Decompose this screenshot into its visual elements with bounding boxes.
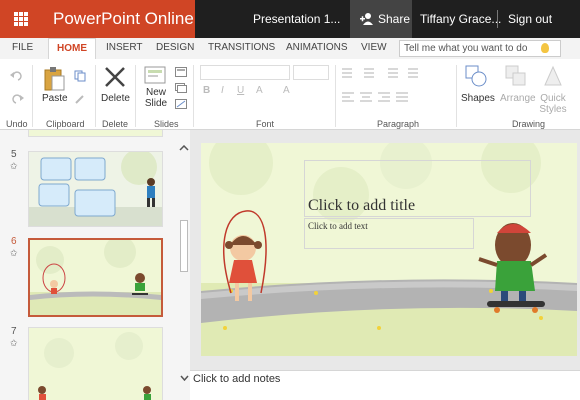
tab-view[interactable]: VIEW <box>361 42 387 53</box>
slide-number: 5 <box>11 149 17 160</box>
tab-insert[interactable]: INSERT <box>106 42 143 53</box>
underline-icon[interactable]: U <box>237 85 244 96</box>
chevron-down-icon[interactable] <box>180 375 189 381</box>
shapes-button[interactable]: Shapes <box>461 93 495 104</box>
group-label-paragraph: Paragraph <box>377 119 420 129</box>
redo-icon[interactable] <box>10 93 24 105</box>
bold-icon[interactable]: B <box>203 85 210 96</box>
group-divider <box>135 65 136 127</box>
new-slide-button[interactable]: New Slide <box>144 87 168 109</box>
paste-button[interactable]: Paste <box>42 93 68 104</box>
quick-styles-button[interactable]: Quick Styles <box>539 93 567 115</box>
slide-thumbnail-7[interactable] <box>28 327 163 400</box>
italic-icon[interactable]: I <box>221 85 224 96</box>
group-label-font: Font <box>256 119 275 129</box>
title-placeholder[interactable]: Click to add title <box>308 197 415 215</box>
tab-transitions[interactable]: TRANSITIONS <box>208 42 275 53</box>
clear-format-icon[interactable]: A <box>283 85 290 96</box>
delete-icon[interactable] <box>104 66 126 88</box>
user-name[interactable]: Tiffany Grace... <box>420 12 501 26</box>
group-divider <box>95 65 96 127</box>
hide-slide-icon[interactable] <box>175 99 187 109</box>
slide-thumbnail-5[interactable] <box>28 151 163 227</box>
group-label-undo: Undo <box>6 119 28 129</box>
tell-me-search[interactable]: Tell me what you want to do <box>399 40 561 57</box>
star-icon: ✩ <box>10 338 18 348</box>
slide-number: 7 <box>11 326 17 337</box>
star-icon: ✩ <box>10 248 18 258</box>
group-divider <box>456 65 457 127</box>
document-title[interactable]: Presentation 1... <box>253 12 340 26</box>
scrollbar-thumb[interactable] <box>180 220 188 272</box>
shapes-icon[interactable] <box>465 65 487 87</box>
paste-icon[interactable] <box>42 66 66 92</box>
new-slide-icon[interactable] <box>144 65 166 85</box>
lightbulb-icon <box>541 43 549 53</box>
star-icon: ✩ <box>10 161 18 171</box>
group-label-clipboard: Clipboard <box>46 119 85 129</box>
group-label-delete: Delete <box>102 119 129 129</box>
layout-icon[interactable] <box>175 67 187 77</box>
sign-out-link[interactable]: Sign out <box>508 12 552 26</box>
brand-bar: PowerPoint Online <box>0 0 195 38</box>
app-launcher-icon[interactable] <box>14 12 28 26</box>
quick-styles-icon[interactable] <box>543 65 563 87</box>
group-label-slides: Slides <box>154 119 179 129</box>
format-painter-icon[interactable] <box>74 93 86 105</box>
paragraph-controls-icon[interactable] <box>342 67 452 115</box>
tab-home[interactable]: HOME <box>48 38 96 59</box>
titlebar-divider <box>497 10 498 28</box>
group-divider <box>193 65 194 127</box>
arrange-icon[interactable] <box>505 65 527 87</box>
group-label-drawing: Drawing <box>512 119 546 129</box>
slide-6-illustration <box>30 240 161 315</box>
share-label: Share <box>378 12 411 26</box>
undo-icon[interactable] <box>10 70 24 82</box>
app-name[interactable]: PowerPoint Online <box>53 9 194 29</box>
delete-button[interactable]: Delete <box>101 93 130 104</box>
slide-thumbnail-6-selected[interactable] <box>28 238 163 317</box>
slide-thumbnail-4-partial[interactable] <box>28 130 163 137</box>
font-color-icon[interactable]: A <box>256 85 263 96</box>
copy-icon[interactable] <box>74 70 86 82</box>
slide-7-illustration <box>29 328 162 400</box>
group-divider <box>32 65 33 127</box>
ribbon: Undo Paste Clipboard Delete Delete New S… <box>0 59 580 130</box>
share-button[interactable]: Share <box>350 0 412 38</box>
notes-placeholder[interactable]: Click to add notes <box>193 373 280 385</box>
group-divider <box>335 65 336 127</box>
slide-number: 6 <box>11 236 17 247</box>
tab-design[interactable]: DESIGN <box>156 42 194 53</box>
font-name-box[interactable] <box>200 65 290 80</box>
duplicate-slide-icon[interactable] <box>175 83 187 93</box>
arrange-button[interactable]: Arrange <box>500 93 536 104</box>
tab-file[interactable]: FILE <box>12 42 33 53</box>
tab-animations[interactable]: ANIMATIONS <box>286 42 347 53</box>
font-size-box[interactable] <box>293 65 329 80</box>
body-placeholder[interactable]: Click to add text <box>308 221 368 231</box>
slide-5-illustration <box>29 152 162 226</box>
scroll-up-icon[interactable] <box>179 145 189 151</box>
add-person-icon <box>360 13 373 25</box>
